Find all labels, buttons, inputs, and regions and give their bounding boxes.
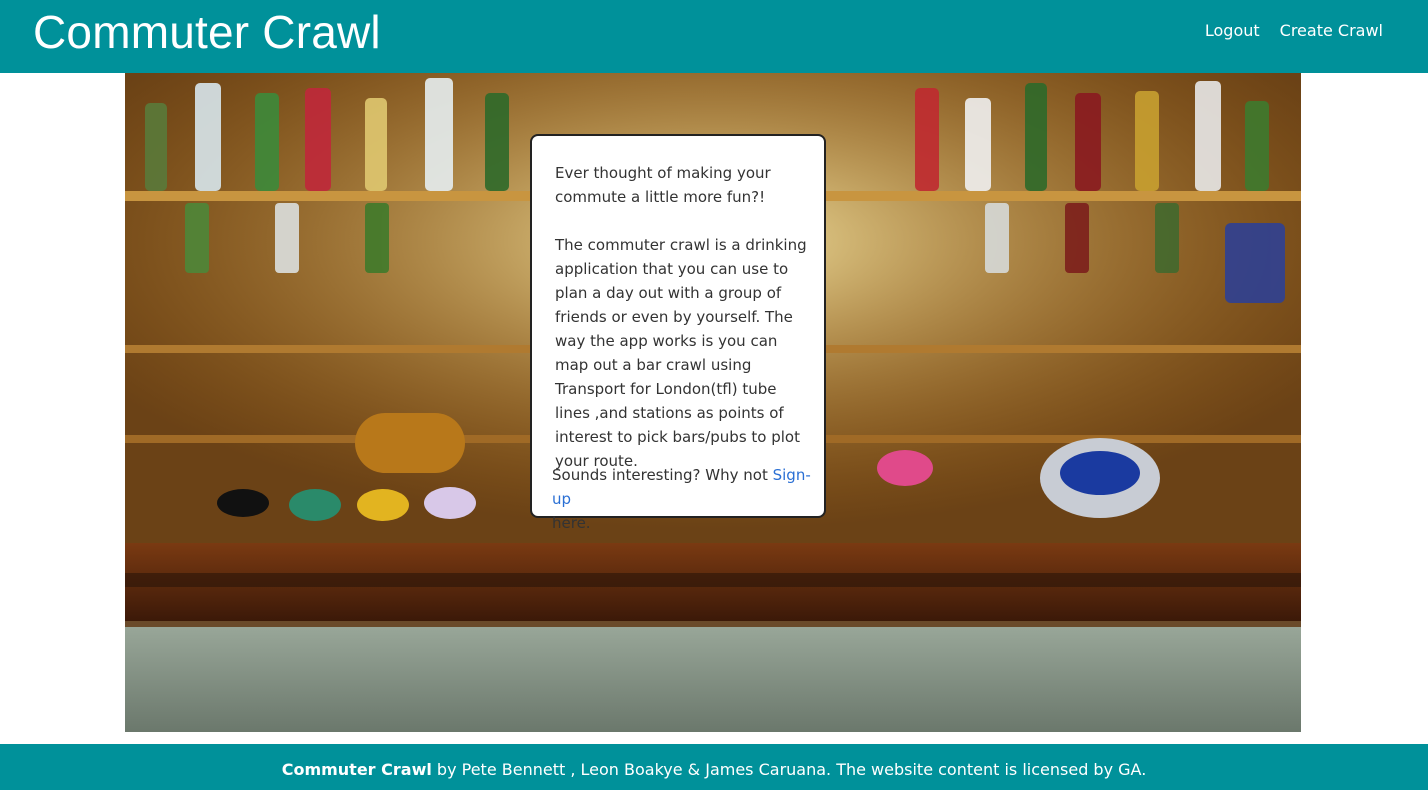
signup-prompt: Sounds interesting? Why not Sign-up here. — [552, 463, 824, 535]
signup-prompt-prefix: Sounds interesting? Why not — [552, 466, 773, 484]
description-text: The commuter crawl is a drinking applica… — [555, 236, 807, 470]
signup-prompt-suffix: here. — [552, 514, 591, 532]
top-navbar: Commuter Crawl Logout Create Crawl — [0, 0, 1428, 73]
brand-title[interactable]: Commuter Crawl — [33, 3, 381, 61]
footer: Commuter Crawl by Pete Bennett , Leon Bo… — [0, 744, 1428, 790]
footer-credits: by Pete Bennett , Leon Boakye & James Ca… — [431, 760, 1147, 779]
logout-link[interactable]: Logout — [1205, 20, 1260, 42]
footer-brand: Commuter Crawl — [281, 760, 432, 779]
nav-links: Logout Create Crawl — [1205, 20, 1383, 42]
intro-text: Ever thought of making your commute a li… — [555, 164, 771, 206]
intro-card: Ever thought of making your commute a li… — [530, 134, 826, 532]
create-crawl-link[interactable]: Create Crawl — [1280, 20, 1383, 42]
